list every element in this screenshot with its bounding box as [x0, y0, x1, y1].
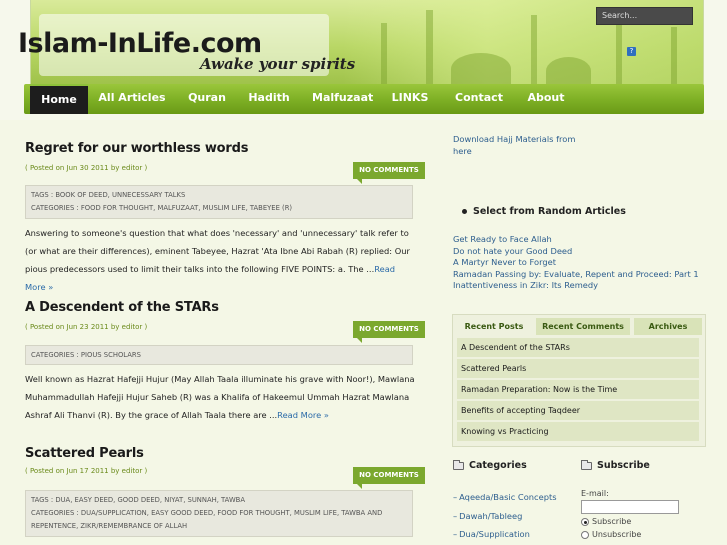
post-taxonomy: CATEGORIES : PIOUS SCHOLARS	[25, 345, 413, 365]
post-taxonomy: TAGS : DUA, EASY DEED, GOOD DEED, NIYAT,…	[25, 490, 413, 537]
minaret-graphic	[616, 19, 622, 85]
nav-about[interactable]: About	[524, 84, 568, 114]
list-item[interactable]: Inattentiveness in Zikr: Its Remedy	[453, 280, 699, 292]
recent-post-item[interactable]: A Descendent of the STARs	[457, 338, 699, 357]
nav-contact[interactable]: Contact	[452, 84, 506, 114]
post-title[interactable]: A Descendent of the STARs	[25, 300, 219, 315]
download-hajj-link[interactable]: Download Hajj Materials from here	[453, 134, 583, 157]
tab-recent-comments[interactable]: Recent Comments	[536, 318, 630, 335]
email-label: E-mail:	[581, 489, 609, 498]
recent-post-item[interactable]: Ramadan Preparation: Now is the Time	[457, 380, 699, 399]
comments-badge[interactable]: NO COMMENTS	[353, 321, 425, 343]
post-title[interactable]: Regret for our worthless words	[25, 141, 248, 156]
unsubscribe-radio[interactable]	[581, 531, 589, 539]
search-input[interactable]: Search...	[596, 7, 693, 25]
post-meta: ( Posted on Jun 17 2011 by editor )	[25, 467, 148, 475]
post-categories[interactable]: CATEGORIES : DUA/SUPPLICATION, EASY GOOD…	[31, 507, 407, 533]
post-taxonomy: TAGS : BOOK OF DEED, UNNECESSARY TALKS C…	[25, 185, 413, 219]
list-item[interactable]: A Martyr Never to Forget	[453, 257, 699, 269]
dome-graphic	[451, 53, 511, 85]
site-tagline: Awake your spirits	[200, 55, 356, 73]
post-categories[interactable]: CATEGORIES : PIOUS SCHOLARS	[31, 349, 407, 362]
random-articles-list: Get Ready to Face Allah Do not hate your…	[453, 234, 699, 292]
post-meta: ( Posted on Jun 23 2011 by editor )	[25, 323, 148, 331]
main-nav: Home All Articles Quran Hadith Malfuzaat…	[24, 84, 704, 114]
list-item[interactable]: Ramadan Passing by: Evaluate, Repent and…	[453, 269, 699, 281]
recent-post-item[interactable]: Knowing vs Practicing	[457, 422, 699, 441]
subscribe-option-label: Subscribe	[592, 517, 632, 526]
tab-recent-posts[interactable]: Recent Posts	[456, 318, 532, 335]
minaret-graphic	[671, 27, 677, 85]
minaret-graphic	[531, 15, 537, 85]
nav-home[interactable]: Home	[30, 84, 88, 114]
minaret-graphic	[381, 23, 387, 85]
category-link[interactable]: Dawah/Tableeg	[453, 511, 522, 521]
category-link[interactable]: Dua/Supplication	[453, 529, 530, 539]
post-excerpt: Answering to someone's question that wha…	[25, 228, 410, 292]
comments-badge[interactable]: NO COMMENTS	[353, 162, 425, 184]
subscribe-radio[interactable]	[581, 518, 589, 526]
minaret-graphic	[426, 10, 433, 85]
subscribe-heading: Subscribe	[581, 459, 650, 471]
comments-badge[interactable]: NO COMMENTS	[353, 467, 425, 489]
nav-quran[interactable]: Quran	[184, 84, 230, 114]
email-field[interactable]	[581, 500, 679, 514]
help-icon[interactable]: ?	[627, 47, 636, 56]
post-excerpt: Well known as Hazrat Hafejji Hujur (May …	[25, 374, 415, 420]
recent-post-item[interactable]: Scattered Pearls	[457, 359, 699, 378]
posts-tabs-widget: Recent Posts Recent Comments Archives A …	[452, 314, 706, 447]
nav-links[interactable]: LINKS	[388, 84, 432, 114]
post-meta: ( Posted on Jun 30 2011 by editor )	[25, 164, 148, 172]
recent-post-item[interactable]: Benefits of accepting Taqdeer	[457, 401, 699, 420]
nav-hadith[interactable]: Hadith	[246, 84, 292, 114]
post-tags[interactable]: TAGS : DUA, EASY DEED, GOOD DEED, NIYAT,…	[31, 494, 407, 507]
tab-archives[interactable]: Archives	[634, 318, 702, 335]
list-item[interactable]: Do not hate your Good Deed	[453, 246, 699, 258]
folder-icon	[453, 459, 464, 470]
nav-malfuzaat[interactable]: Malfuzaat	[312, 84, 373, 114]
folder-icon	[581, 459, 592, 470]
post-title[interactable]: Scattered Pearls	[25, 446, 144, 461]
nav-all-articles[interactable]: All Articles	[98, 84, 166, 114]
read-more-link[interactable]: Read More »	[277, 410, 329, 420]
random-articles-heading: Select from Random Articles	[462, 206, 626, 217]
list-item[interactable]: Get Ready to Face Allah	[453, 234, 699, 246]
bullet-icon	[462, 209, 467, 214]
post-categories[interactable]: CATEGORIES : FOOD FOR THOUGHT, MALFUZAAT…	[31, 202, 407, 215]
dome-graphic	[546, 57, 591, 85]
category-link[interactable]: Aqeeda/Basic Concepts	[453, 492, 556, 502]
categories-heading: Categories	[453, 459, 527, 471]
post-tags[interactable]: TAGS : BOOK OF DEED, UNNECESSARY TALKS	[31, 189, 407, 202]
unsubscribe-option-label: Unsubscribe	[592, 530, 642, 539]
